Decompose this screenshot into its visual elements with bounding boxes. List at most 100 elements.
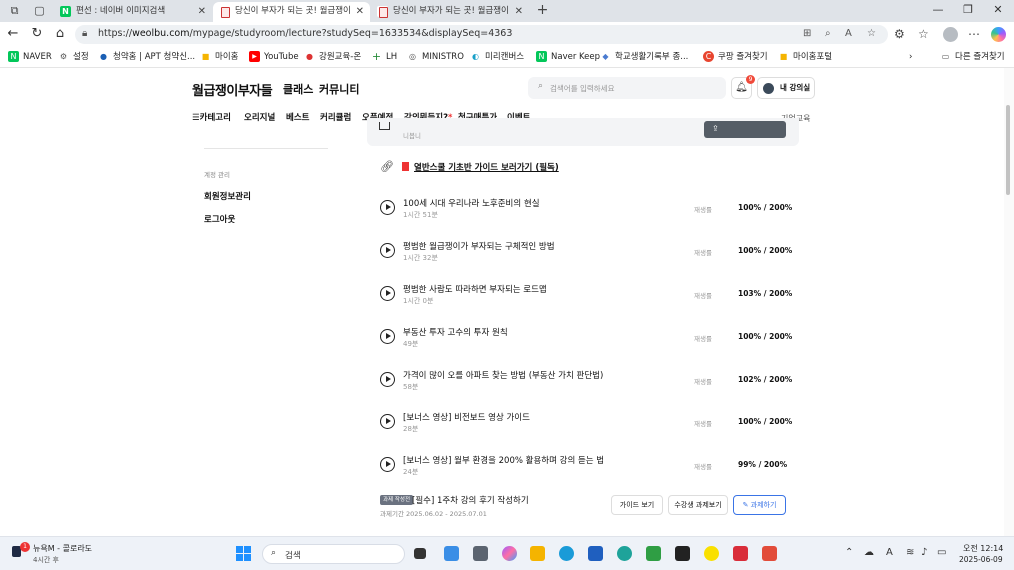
zoom-icon[interactable]: ⌕: [825, 28, 831, 39]
scrollbar-thumb[interactable]: [1006, 105, 1010, 195]
bookmark-miricanvas[interactable]: ◐ 미리캔버스: [470, 51, 524, 63]
back-icon[interactable]: ←: [6, 27, 20, 41]
profile-avatar[interactable]: [943, 27, 958, 42]
lecture-row[interactable]: [보너스 영상] 월부 환경을 200% 활용하며 강의 듣는 법 24분 재생…: [380, 453, 790, 483]
browser-tab-3[interactable]: 당신이 부자가 되는 곳! 월급쟁이 ✕: [371, 2, 529, 22]
play-icon[interactable]: [380, 329, 395, 344]
address-bar[interactable]: 🔒︎ https://weolbu.com/mypage/studyroom/l…: [75, 25, 888, 44]
bookmark-myhome-portal[interactable]: ■ 마이홈포털: [778, 51, 832, 63]
snipping-tool-icon[interactable]: [444, 546, 459, 561]
news-widget-title[interactable]: 뉴욕M - 콜로라도: [33, 543, 92, 554]
tab-close-icon[interactable]: ✕: [515, 2, 523, 21]
bookmark-naver-keep[interactable]: N Naver Keep: [536, 51, 600, 63]
bookmark-ministro[interactable]: ◎ MINISTRO: [407, 51, 464, 63]
sidebar-item-profile[interactable]: 회원정보관리: [204, 190, 251, 202]
lecture-row[interactable]: 가격이 많이 오를 아파트 찾는 방법 (부동산 가치 판단법) 58분 재생률…: [380, 368, 792, 398]
site-logo[interactable]: 월급쟁이부자들: [192, 80, 273, 99]
bookmark-school-record[interactable]: ◆ 학교생활기록부 종...: [600, 51, 688, 63]
bookmark-youtube[interactable]: ▶ YouTube: [249, 51, 299, 63]
edge-icon[interactable]: [559, 546, 574, 561]
restore-icon[interactable]: ❐: [961, 3, 975, 16]
refresh-icon[interactable]: ↻: [30, 27, 44, 41]
subnav-curriculum[interactable]: 커리큘럼: [320, 111, 351, 123]
favorites-icon[interactable]: ☆: [918, 27, 929, 41]
lecture-row[interactable]: 부동산 투자 고수의 투자 원칙 49분 재생률 100% / 200%: [380, 325, 792, 355]
store-icon[interactable]: [588, 546, 603, 561]
browser-tab-1[interactable]: N 편선 : 네이버 이미지검색 ✕: [54, 2, 212, 22]
lecture-title[interactable]: 부동산 투자 고수의 투자 원칙: [403, 326, 508, 338]
favorite-star-icon[interactable]: ☆: [867, 28, 876, 39]
tab-actions-icon[interactable]: ▢: [33, 4, 46, 17]
close-window-icon[interactable]: ✕: [991, 3, 1005, 16]
more-menu-icon[interactable]: ⋯: [968, 27, 980, 41]
site-search-input[interactable]: ⌕ 검색어를 입력하세요: [528, 77, 726, 99]
homework-title[interactable]: [필수] 1주차 강의 후기 작성하기: [412, 494, 529, 506]
my-classroom-button[interactable]: 내 강의실: [757, 77, 815, 99]
tray-overflow-icon[interactable]: ⌃: [845, 547, 853, 559]
copilot-app-icon[interactable]: [502, 546, 517, 561]
guide-link-text[interactable]: 열반스쿨 기초반 가이드 보러가기 (필독): [414, 161, 559, 173]
read-aloud-icon[interactable]: A: [845, 28, 852, 39]
play-icon[interactable]: [380, 457, 395, 472]
do-homework-button[interactable]: ✎ 과제하기: [733, 495, 786, 515]
ime-icon[interactable]: A: [886, 547, 893, 559]
new-tab-button[interactable]: +: [536, 3, 549, 17]
minimize-icon[interactable]: —: [931, 3, 945, 16]
stock-icon[interactable]: [646, 546, 661, 561]
workspaces-icon[interactable]: ⧉: [8, 4, 21, 17]
notification-button[interactable]: 🔔︎ 9: [731, 75, 755, 99]
bookmark-other[interactable]: ▭ 다른 즐겨찾기: [940, 51, 1005, 63]
task-view-icon[interactable]: [414, 548, 426, 559]
bookmarks-overflow-icon[interactable]: ›: [909, 51, 912, 63]
sidebar-item-logout[interactable]: 로그아웃: [204, 213, 235, 225]
upload-card-button[interactable]: ⇪: [704, 121, 786, 138]
play-icon[interactable]: [380, 414, 395, 429]
lecture-title[interactable]: [보너스 영상] 월부 환경을 200% 활용하며 강의 듣는 법: [403, 454, 604, 466]
windows-start-icon[interactable]: [236, 546, 251, 561]
bookmark-applyhome[interactable]: ● 청약홈 | APT 청약신...: [98, 51, 195, 63]
tab-close-icon[interactable]: ✕: [356, 2, 364, 21]
split-screen-icon[interactable]: ⊞: [803, 28, 811, 39]
bookmark-coupang[interactable]: C 쿠팡 즐겨찾기: [703, 51, 768, 63]
subnav-original[interactable]: 오리지널: [244, 111, 275, 123]
play-icon[interactable]: [380, 286, 395, 301]
taskbar-time[interactable]: 오전 12:14: [963, 543, 1003, 554]
wifi-icon[interactable]: ≋: [906, 547, 914, 559]
powerpoint-icon[interactable]: [762, 546, 777, 561]
bookmark-naver[interactable]: N NAVER: [8, 51, 52, 63]
taskbar-search[interactable]: ⌕ 검색: [262, 544, 405, 564]
url-text[interactable]: https://weolbu.com/mypage/studyroom/lect…: [98, 28, 512, 39]
guide-view-button[interactable]: 가이드 보기: [611, 495, 663, 515]
calculator-icon[interactable]: [473, 546, 488, 561]
bookmark-lh[interactable]: + LH: [371, 51, 397, 63]
nav-class[interactable]: 클래스: [283, 81, 313, 97]
tab-close-icon[interactable]: ✕: [198, 2, 206, 21]
pdf-reader-icon[interactable]: [733, 546, 748, 561]
subnav-best[interactable]: 베스트: [286, 111, 309, 123]
lecture-row[interactable]: 평범한 사람도 따라하면 부자되는 로드맵 1시간 0분 재생률 103% / …: [380, 282, 792, 312]
kakaotalk-icon[interactable]: [704, 546, 719, 561]
cloud-icon[interactable]: ☁: [864, 547, 874, 559]
file-explorer-icon[interactable]: [530, 546, 545, 561]
copilot-icon[interactable]: [991, 27, 1006, 42]
browser-tab-2[interactable]: 당신이 부자가 되는 곳! 월급쟁이 ✕: [213, 2, 370, 22]
student-homework-button[interactable]: 수강생 과제보기: [668, 495, 728, 515]
play-icon[interactable]: [380, 200, 395, 215]
lecture-title[interactable]: [보너스 영상] 비전보드 영상 가이드: [403, 411, 530, 423]
lecture-title[interactable]: 100세 시대 우리나라 노후준비의 현실: [403, 197, 540, 209]
notes-icon[interactable]: [675, 546, 690, 561]
extensions-icon[interactable]: ⚙: [894, 27, 905, 41]
bookmark-gwedu[interactable]: ● 강원교육-온: [304, 51, 361, 63]
lecture-title[interactable]: 평범한 사람도 따라하면 부자되는 로드맵: [403, 283, 547, 295]
lecture-title[interactable]: 가격이 많이 오를 아파트 찾는 방법 (부동산 가치 판단법): [403, 369, 603, 381]
home-icon[interactable]: ⌂: [53, 27, 67, 41]
lock-icon[interactable]: 🔒︎: [82, 28, 87, 39]
teams-icon[interactable]: [617, 546, 632, 561]
play-icon[interactable]: [380, 243, 395, 258]
subnav-category[interactable]: ☰카테고리: [192, 111, 231, 123]
lecture-title[interactable]: 평범한 월급쟁이가 부자되는 구체적인 방법: [403, 240, 555, 252]
lecture-row[interactable]: [보너스 영상] 비전보드 영상 가이드 28분 재생률 100% / 200%: [380, 410, 792, 440]
battery-icon[interactable]: ▭: [937, 547, 946, 559]
bookmark-myhome[interactable]: ■ 마이홈: [200, 51, 239, 63]
lecture-row[interactable]: 평범한 월급쟁이가 부자되는 구체적인 방법 1시간 32분 재생률 100% …: [380, 239, 792, 269]
